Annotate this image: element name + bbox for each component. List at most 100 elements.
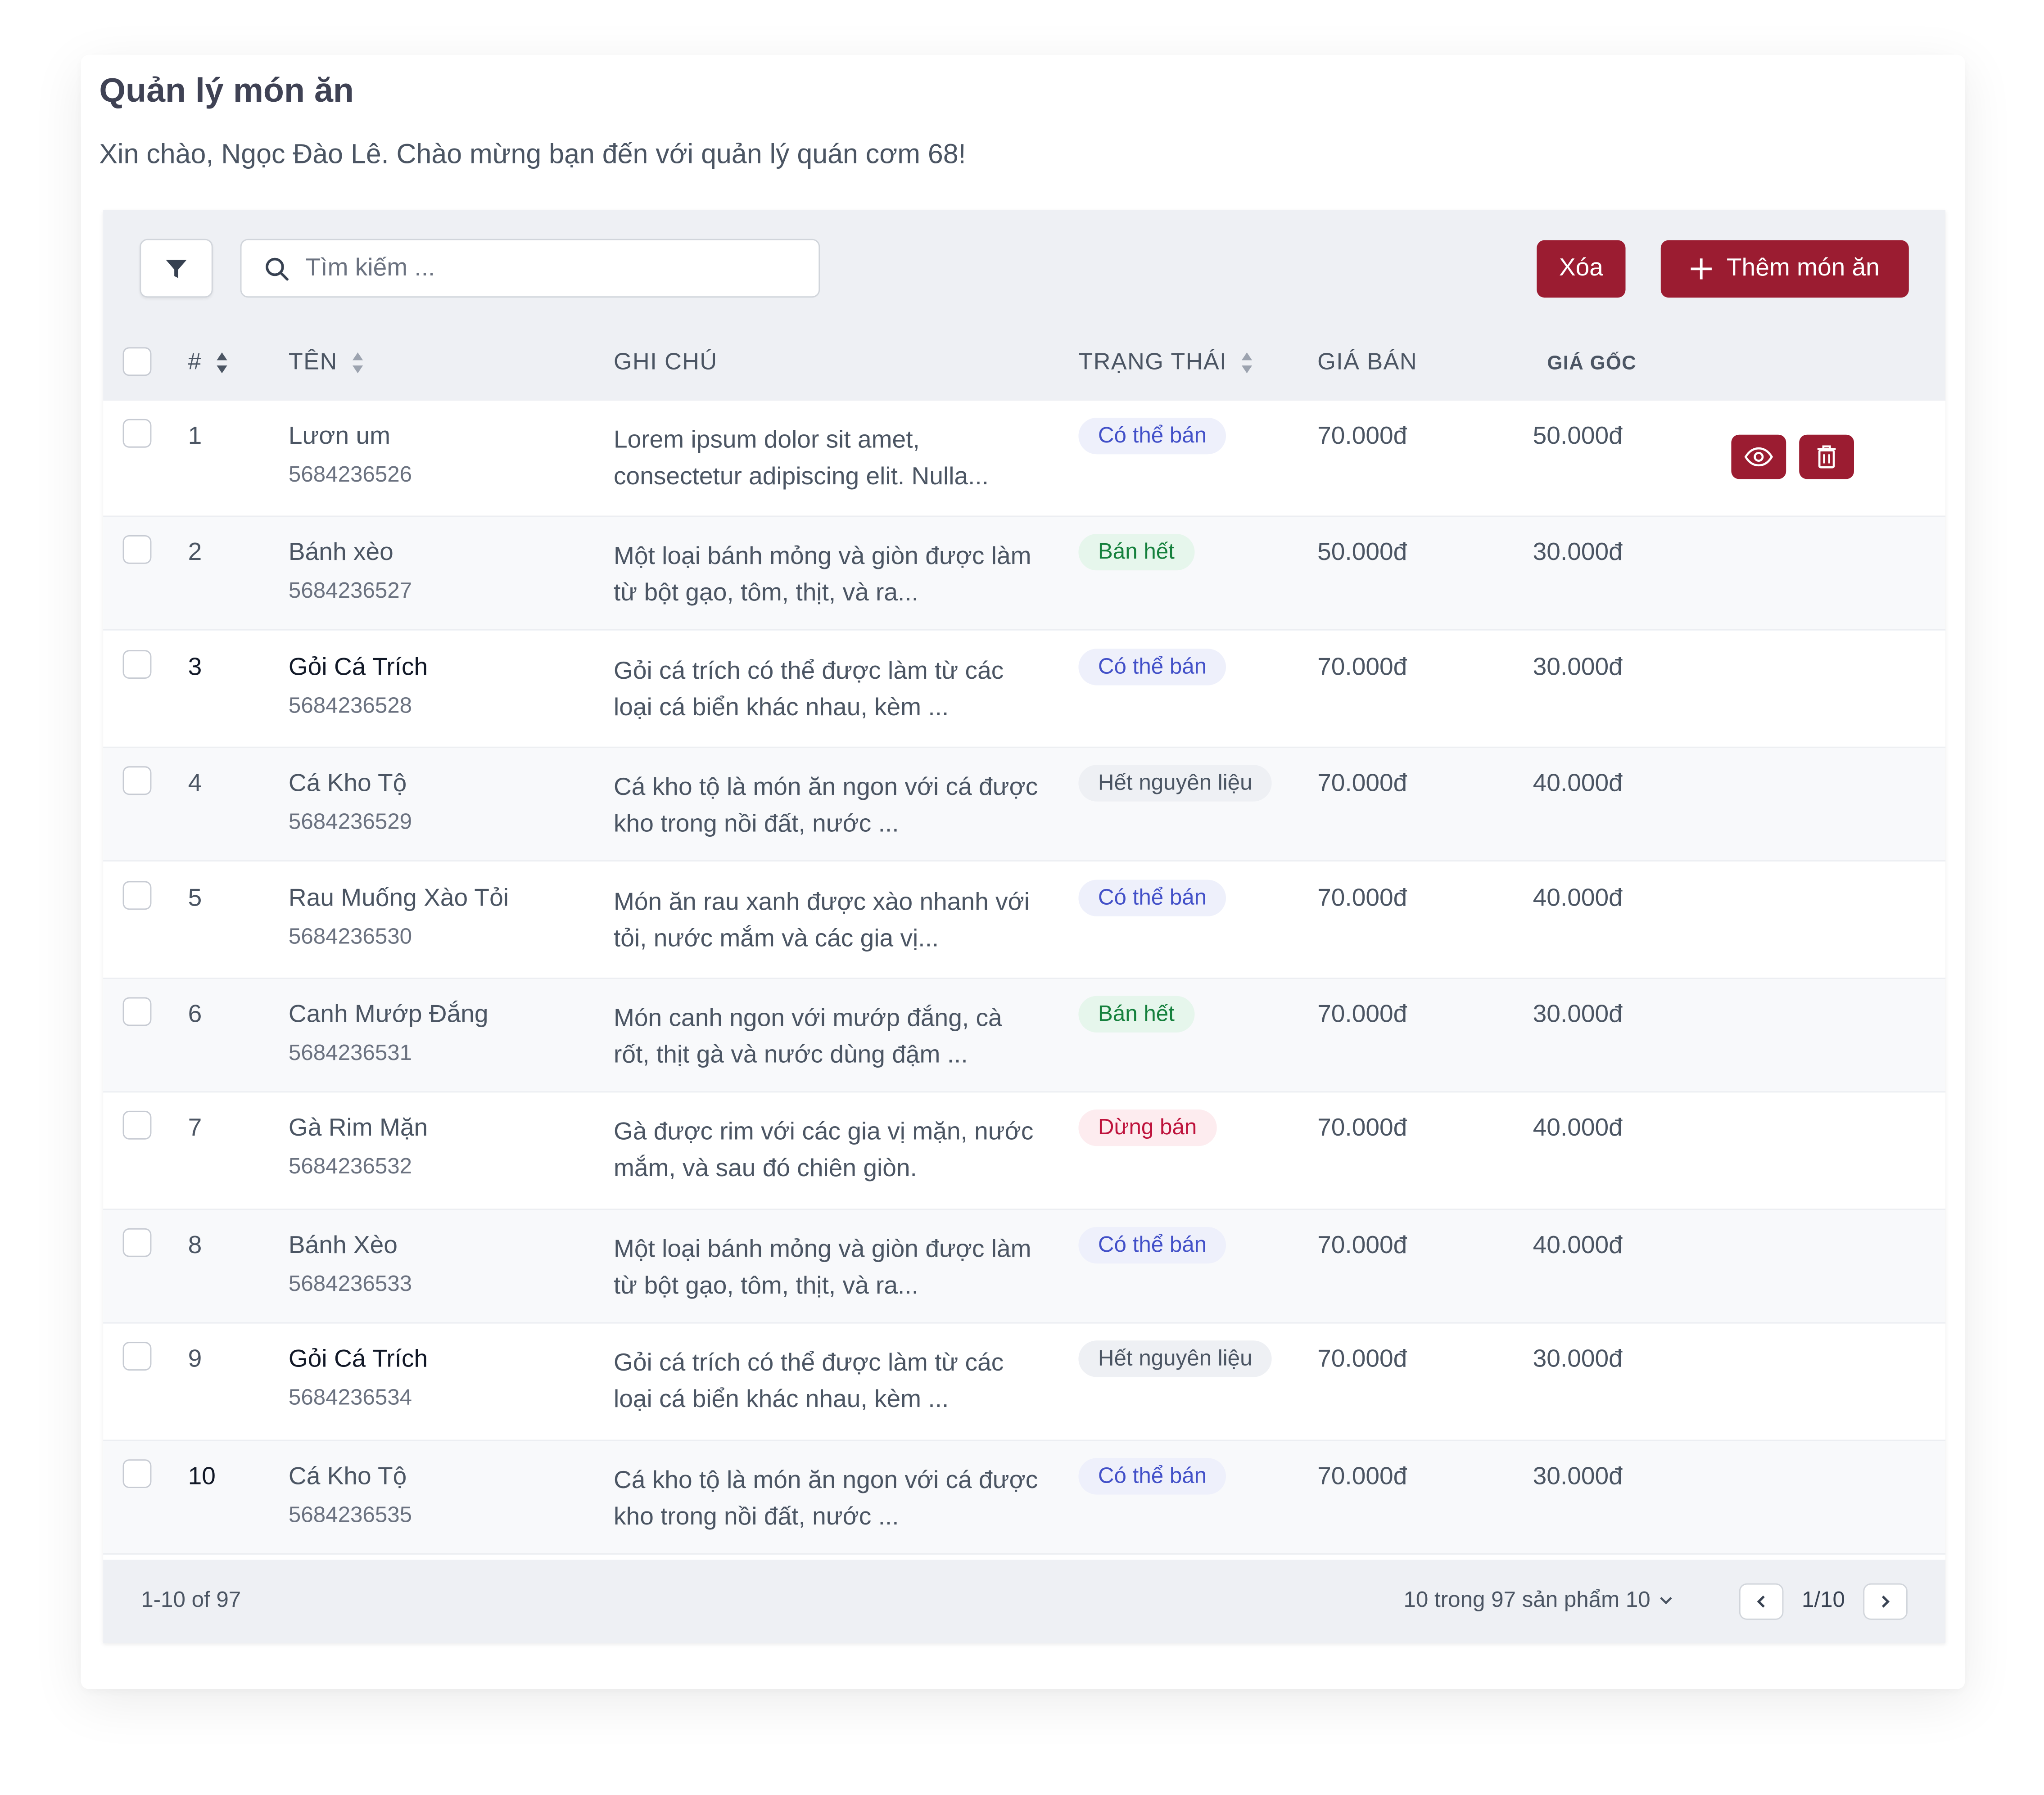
row-index: 10 (188, 1462, 216, 1490)
column-header-cost: GIÁ GỐC (1547, 352, 1637, 375)
sort-icon (1241, 352, 1252, 373)
row-checkbox[interactable] (122, 1459, 152, 1488)
eye-icon (1744, 447, 1773, 467)
dish-note: Gỏi cá trích có thể được làm từ các loại… (614, 658, 1004, 722)
dish-note: Một loại bánh mỏng và giòn được làm từ b… (614, 1236, 1031, 1300)
row-checkbox[interactable] (122, 649, 152, 679)
dish-price: 70.000đ (1317, 654, 1407, 681)
page-size-select[interactable]: 10 trong 97 sản phẩm 10 (1404, 1587, 1674, 1613)
table-toolbar: Xóa Thêm món ăn # TÊN (103, 210, 1945, 401)
row-index: 6 (188, 1001, 202, 1029)
dish-price: 50.000đ (1317, 539, 1407, 567)
table-row[interactable]: 9 Gỏi Cá Trích 5684236534 Gỏi cá trích có t… (103, 1324, 1945, 1439)
column-header-name[interactable]: TÊN (289, 348, 364, 376)
row-checkbox[interactable] (122, 880, 152, 910)
dish-code: 5684236533 (288, 1271, 412, 1296)
dishes-table: Xóa Thêm món ăn # TÊN (103, 210, 1945, 1644)
table-row[interactable]: 7 Gà Rim Mặn 5684236532 Gà được rim với các… (103, 1093, 1945, 1208)
table-row[interactable]: 10 Cá Kho Tộ 5684236535 Cá kho tộ là món ăn… (103, 1439, 1945, 1554)
row-checkbox[interactable] (122, 536, 152, 564)
dish-name: Bánh Xèo (288, 1232, 398, 1259)
search-input[interactable] (303, 253, 805, 284)
dish-cost: 40.000đ (1533, 770, 1623, 798)
dish-code: 5684236527 (288, 578, 412, 604)
dish-note: Lorem ipsum dolor sit amet, consectetur … (614, 427, 989, 491)
dish-cost: 40.000đ (1533, 884, 1623, 912)
row-checkbox[interactable] (122, 419, 152, 448)
dish-note: Cá kho tộ là món ăn ngon với cá được kho… (614, 774, 1038, 839)
dish-cost: 30.000đ (1533, 654, 1623, 681)
dish-name: Gà Rim Mặn (288, 1115, 428, 1143)
sort-icon (352, 352, 362, 373)
table-row[interactable]: 4 Cá Kho Tộ 5684236529 Cá kho tộ là món ăn … (103, 747, 1945, 862)
view-button[interactable] (1731, 434, 1786, 479)
dish-price: 70.000đ (1317, 1115, 1407, 1143)
dish-name: Gỏi Cá Trích (288, 654, 428, 681)
app-root: Quản lý món ăn Xin chào, Ngọc Đào Lê. Ch… (0, 0, 2044, 1795)
column-header-status[interactable]: TRẠNG THÁI (1078, 348, 1253, 376)
dish-name: Bánh xèo (288, 539, 393, 567)
table-row[interactable]: 6 Canh Mướp Đắng 5684236531 Món canh ngon v… (103, 978, 1945, 1093)
delete-button[interactable]: Xóa (1537, 240, 1626, 298)
dish-cost: 30.000đ (1533, 1346, 1623, 1374)
status-badge: Có thể bán (1078, 418, 1226, 455)
dish-name: Cá Kho Tộ (288, 770, 407, 798)
chevron-left-icon (1757, 1595, 1765, 1608)
column-header-price: GIÁ BÁN (1317, 348, 1418, 375)
row-checkbox[interactable] (122, 1342, 152, 1371)
dish-price: 70.000đ (1317, 1462, 1407, 1490)
table-row[interactable]: 5 Rau Muống Xào Tỏi 5684236530 Món ăn rau x… (103, 862, 1945, 977)
row-checkbox[interactable] (122, 997, 152, 1026)
table-row[interactable]: 2 Bánh xèo 5684236527 Một loại bánh mỏng và… (103, 516, 1945, 631)
row-checkbox[interactable] (122, 1111, 152, 1140)
add-dish-button[interactable]: Thêm món ăn (1660, 240, 1909, 298)
search-box[interactable] (240, 239, 820, 298)
chevron-down-icon (1660, 1597, 1672, 1605)
table-row[interactable]: 8 Bánh Xèo 5684236533 Một loại bánh mỏng và… (103, 1208, 1945, 1324)
add-dish-label: Thêm món ăn (1726, 254, 1880, 282)
dish-code: 5684236526 (288, 462, 412, 487)
status-badge: Dừng bán (1078, 1110, 1216, 1147)
prev-page-button[interactable] (1739, 1583, 1784, 1620)
select-all-checkbox[interactable] (122, 347, 152, 376)
column-header-name-label: TÊN (288, 348, 338, 375)
filter-button[interactable] (140, 239, 213, 298)
dish-code: 5684236530 (288, 924, 412, 949)
dish-cost: 40.000đ (1533, 1115, 1623, 1143)
delete-row-button[interactable] (1799, 434, 1854, 479)
dish-price: 70.000đ (1317, 770, 1407, 798)
search-icon (264, 255, 290, 281)
column-header-index[interactable]: # (188, 348, 228, 376)
page-indicator: 1/10 (1802, 1587, 1845, 1612)
status-badge: Bán hết (1078, 996, 1194, 1033)
row-index: 9 (188, 1346, 202, 1374)
row-checkbox[interactable] (122, 1228, 152, 1257)
dish-name: Cá Kho Tộ (288, 1462, 407, 1490)
page-title: Quản lý món ăn (99, 70, 354, 110)
table-footer: 1-10 of 97 10 trong 97 sản phẩm 10 1/10 (103, 1560, 1945, 1644)
row-index: 4 (188, 770, 202, 798)
dish-cost: 30.000đ (1533, 1001, 1623, 1029)
next-page-button[interactable] (1863, 1583, 1908, 1620)
row-index: 2 (188, 539, 202, 567)
status-badge: Có thể bán (1078, 879, 1226, 916)
row-checkbox[interactable] (122, 766, 152, 795)
table-row[interactable]: 3 Gỏi Cá Trích 5684236528 Gỏi cá trích có t… (103, 631, 1945, 746)
pagination-range: 1-10 of 97 (141, 1587, 241, 1612)
status-badge: Có thể bán (1078, 1457, 1226, 1494)
dish-price: 70.000đ (1317, 1346, 1407, 1374)
table-row[interactable]: 1 Lươn um 5684236526 Lorem ipsum dolor sit … (103, 401, 1945, 515)
trash-icon (1817, 445, 1836, 469)
dish-note: Gà được rim với các gia vị mặn, nước mắm… (614, 1119, 1034, 1183)
row-index: 5 (188, 884, 202, 912)
dish-name: Canh Mướp Đắng (288, 1001, 488, 1029)
dish-note: Cá kho tộ là món ăn ngon với cá được kho… (614, 1466, 1038, 1531)
dish-cost: 50.000đ (1533, 423, 1623, 451)
dish-note: Món canh ngon với mướp đắng, cà rốt, thị… (614, 1005, 1002, 1069)
dish-name: Lươn um (288, 423, 391, 451)
welcome-text: Xin chào, Ngọc Đào Lê. Chào mừng bạn đến… (99, 140, 966, 170)
column-header-note: GHI CHÚ (614, 348, 718, 375)
dish-cost: 30.000đ (1533, 1462, 1623, 1490)
dish-code: 5684236531 (288, 1040, 412, 1065)
dish-code: 5684236528 (288, 693, 412, 718)
